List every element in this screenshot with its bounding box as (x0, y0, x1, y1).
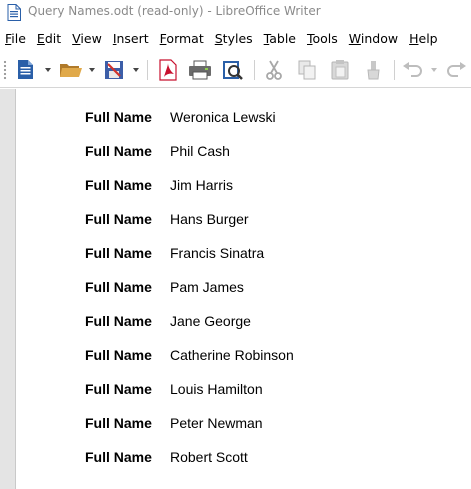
export-pdf-icon[interactable] (156, 58, 180, 82)
field-label: Full Name (85, 415, 152, 431)
field-label: Full Name (85, 347, 152, 363)
name-value: Peter Newman (170, 415, 263, 431)
toolbar-separator (147, 60, 148, 80)
name-value: Hans Burger (170, 211, 249, 227)
name-value: Weronica Lewski (170, 109, 276, 125)
save-dropdown-arrow-icon[interactable] (133, 68, 139, 72)
name-value: Jane George (170, 313, 251, 329)
menu-view[interactable]: View (67, 28, 108, 50)
menu-table[interactable]: Table (259, 28, 302, 50)
menu-file[interactable]: File (0, 28, 32, 50)
list-item: Full Name Jane George (0, 313, 471, 333)
open-folder-icon[interactable] (58, 58, 84, 82)
toolbar-separator (254, 60, 255, 80)
list-item: Full Name Catherine Robinson (0, 347, 471, 367)
window-title: Query Names.odt (read-only) - LibreOffic… (28, 4, 321, 18)
menu-insert[interactable]: Insert (108, 28, 155, 50)
field-label: Full Name (85, 279, 152, 295)
menu-format[interactable]: Format (155, 28, 210, 50)
libreoffice-writer-window: Query Names.odt (read-only) - LibreOffic… (0, 0, 471, 489)
menu-help[interactable]: Help (404, 28, 444, 50)
undo-dropdown-arrow-icon[interactable] (431, 68, 437, 72)
field-label: Full Name (85, 109, 152, 125)
menu-window[interactable]: Window (344, 28, 404, 50)
writer-document-icon (7, 4, 21, 21)
save-icon[interactable] (102, 58, 126, 82)
toolbar-separator (394, 60, 395, 80)
toolbar-grip-handle[interactable] (3, 60, 7, 80)
name-value: Catherine Robinson (170, 347, 294, 363)
new-document-icon[interactable] (15, 58, 37, 82)
list-item: Full Name Francis Sinatra (0, 245, 471, 265)
cut-icon[interactable] (262, 58, 286, 82)
menu-tools[interactable]: Tools (302, 28, 344, 50)
list-item: Full Name Phil Cash (0, 143, 471, 163)
field-label: Full Name (85, 449, 152, 465)
copy-icon[interactable] (295, 58, 319, 82)
new-dropdown-arrow-icon[interactable] (45, 68, 51, 72)
list-item: Full Name Pam James (0, 279, 471, 299)
print-preview-icon[interactable] (220, 58, 246, 82)
clone-formatting-icon[interactable] (362, 58, 386, 82)
field-label: Full Name (85, 245, 152, 261)
list-item: Full Name Weronica Lewski (0, 109, 471, 129)
redo-icon[interactable] (443, 58, 469, 82)
field-label: Full Name (85, 211, 152, 227)
menu-edit[interactable]: Edit (32, 28, 67, 50)
menu-styles[interactable]: Styles (210, 28, 259, 50)
open-dropdown-arrow-icon[interactable] (89, 68, 95, 72)
list-item: Full Name Peter Newman (0, 415, 471, 435)
field-label: Full Name (85, 177, 152, 193)
list-item: Full Name Hans Burger (0, 211, 471, 231)
field-label: Full Name (85, 381, 152, 397)
name-value: Francis Sinatra (170, 245, 265, 261)
field-label: Full Name (85, 143, 152, 159)
name-value: Jim Harris (170, 177, 233, 193)
name-value: Pam James (170, 279, 244, 295)
name-value: Robert Scott (170, 449, 248, 465)
list-item: Full Name Louis Hamilton (0, 381, 471, 401)
standard-toolbar (0, 52, 471, 88)
undo-icon[interactable] (400, 58, 426, 82)
print-icon[interactable] (187, 58, 213, 82)
menu-bar: File Edit View Insert Format Styles Table Tools… (0, 28, 471, 50)
list-item: Full Name Robert Scott (0, 449, 471, 469)
name-value: Phil Cash (170, 143, 230, 159)
list-item: Full Name Jim Harris (0, 177, 471, 197)
name-value: Louis Hamilton (170, 381, 263, 397)
paste-icon[interactable] (328, 58, 352, 82)
field-label: Full Name (85, 313, 152, 329)
document-area[interactable]: Full Name Weronica Lewski Full Name Phil Ca… (0, 89, 471, 489)
title-bar: Query Names.odt (read-only) - LibreOffic… (0, 0, 471, 26)
